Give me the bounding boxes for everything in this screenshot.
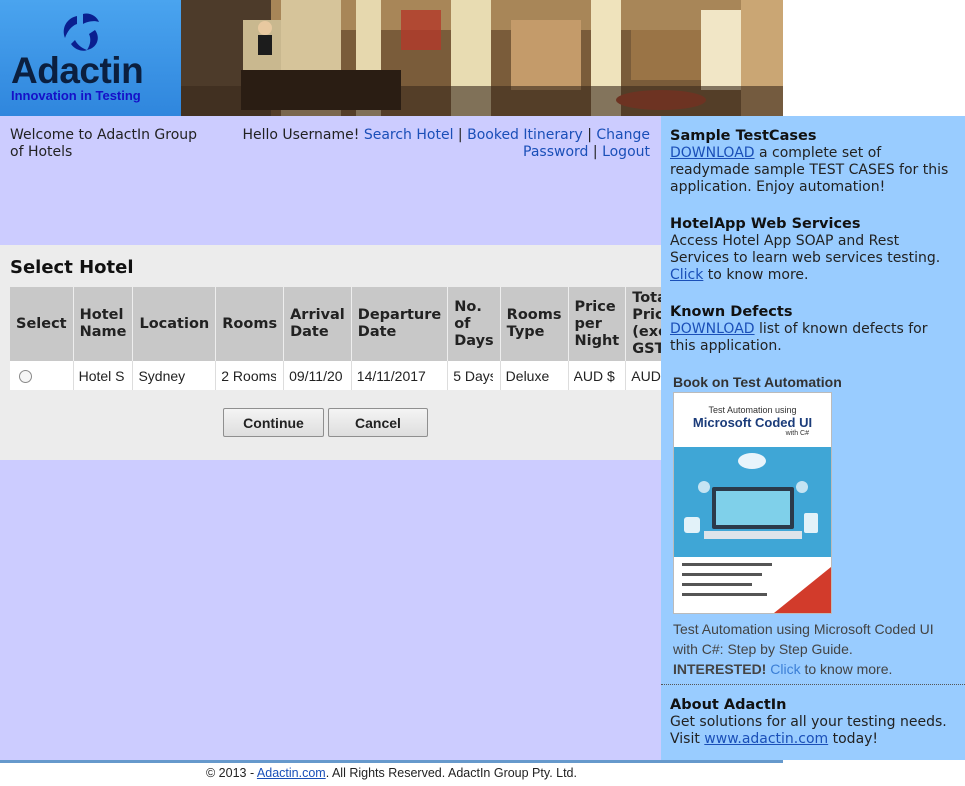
main-content: Welcome to AdactIn Group of Hotels Hello…	[0, 116, 685, 760]
table-header-row: Select Hotel Name Location Rooms Arrival…	[10, 287, 685, 361]
sidebar: Sample TestCases DOWNLOAD a complete set…	[661, 116, 965, 760]
panel-title: Select Hotel	[10, 257, 134, 278]
price-cell: AUD $	[568, 361, 627, 390]
footer-text: . All Rights Reserved. AdactIn Group Pty…	[325, 766, 577, 780]
column-header: Location	[132, 287, 217, 361]
webservices-click-link[interactable]: Click	[670, 267, 703, 283]
select-cell	[10, 361, 74, 390]
column-header: Rooms	[215, 287, 285, 361]
days-cell: 5 Days	[447, 361, 501, 390]
adactin-logo[interactable]: Adactin Innovation in Testing	[0, 0, 181, 116]
column-header: No. of Days	[447, 287, 501, 361]
book-desc-text: Test Automation using Microsoft Coded UI…	[673, 621, 934, 657]
logo-swirl-icon	[63, 13, 99, 51]
download-defects-link[interactable]: DOWNLOAD	[670, 321, 755, 337]
location-cell: Sydney	[132, 361, 217, 390]
lobby-photo-illustration	[181, 0, 783, 116]
page-footer: © 2013 - Adactin.com. All Rights Reserve…	[0, 766, 783, 780]
footer-adactin-link[interactable]: Adactin.com	[257, 766, 326, 780]
column-header: Arrival Date	[283, 287, 352, 361]
column-header: Select	[10, 287, 74, 361]
continue-button[interactable]: Continue	[223, 408, 324, 437]
section-title: HotelApp Web Services	[670, 216, 861, 232]
search-hotel-link[interactable]: Search Hotel	[364, 127, 454, 143]
hotel-name-value: Hotel S	[78, 367, 125, 384]
arrival-date-value: 09/11/20	[289, 367, 343, 384]
footer-divider	[0, 760, 783, 763]
table-row: Hotel S Sydney 2 Rooms 09/11/20 14/11/20…	[10, 361, 685, 390]
book-cover-image[interactable]: Test Automation using Microsoft Coded UI…	[673, 392, 832, 614]
book-cover-line: Microsoft Coded UI	[692, 415, 813, 430]
logout-link[interactable]: Logout	[602, 144, 650, 160]
section-text: Access Hotel App SOAP and Rest Services …	[670, 233, 941, 266]
book-cover-title: Test Automation using Microsoft Coded UI…	[674, 393, 831, 447]
webservices-section: HotelApp Web Services Access Hotel App S…	[670, 216, 955, 284]
sidebar-divider	[661, 684, 965, 685]
booked-itinerary-link[interactable]: Booked Itinerary	[467, 127, 583, 143]
page-header: Adactin Innovation in Testing	[0, 0, 783, 116]
hotel-lobby-banner	[181, 0, 783, 116]
about-section: About AdactIn Get solutions for all your…	[670, 697, 955, 748]
greeting-text: Hello Username!	[242, 127, 360, 143]
book-cover-line: with C#	[785, 430, 809, 437]
book-description: Test Automation using Microsoft Coded UI…	[673, 619, 953, 679]
book-cover-illustration	[674, 447, 831, 613]
arrival-date-cell: 09/11/20	[283, 361, 352, 390]
nav-separator: |	[587, 127, 592, 143]
book-tail-text: to know more.	[800, 661, 893, 677]
section-text: to know more.	[703, 267, 809, 283]
column-header: Hotel Name	[73, 287, 134, 361]
welcome-text: Welcome to AdactIn Group of Hotels	[10, 127, 198, 160]
interested-label: INTERESTED!	[673, 661, 767, 677]
hotel-name-cell: Hotel S	[73, 361, 134, 390]
column-header: Rooms Type	[500, 287, 569, 361]
testcases-section: Sample TestCases DOWNLOAD a complete set…	[670, 128, 955, 196]
book-click-link[interactable]: Click	[770, 661, 800, 677]
select-hotel-radio[interactable]	[19, 370, 32, 384]
column-header: Departure Date	[351, 287, 449, 361]
select-hotel-panel: Select Hotel Select Hotel Name Location …	[0, 245, 685, 460]
days-value: 5 Days	[453, 367, 494, 384]
cancel-button[interactable]: Cancel	[328, 408, 428, 437]
section-title: About AdactIn	[670, 697, 787, 713]
logo-tagline: Innovation in Testing	[11, 88, 141, 103]
column-header: Price per Night	[568, 287, 627, 361]
section-text: today!	[828, 731, 879, 747]
departure-date-value: 14/11/2017	[356, 367, 426, 384]
rooms-value: 2 Rooms	[221, 367, 277, 384]
location-value: Sydney	[138, 367, 186, 384]
book-cover-line: Test Automation using	[708, 405, 797, 415]
room-type-cell: Deluxe	[500, 361, 569, 390]
section-title: Sample TestCases	[670, 128, 817, 144]
book-heading: Book on Test Automation	[673, 374, 842, 390]
room-type-value: Deluxe	[505, 367, 550, 384]
nav-separator: |	[457, 127, 463, 143]
rooms-cell: 2 Rooms	[215, 361, 285, 390]
logo-wordmark: Adactin	[11, 50, 144, 91]
download-testcases-link[interactable]: DOWNLOAD	[670, 145, 755, 161]
adactin-website-link[interactable]: www.adactin.com	[704, 731, 828, 747]
defects-section: Known Defects DOWNLOAD list of known def…	[670, 304, 955, 355]
departure-date-cell: 14/11/2017	[351, 361, 449, 390]
footer-text: © 2013 -	[206, 766, 257, 780]
user-navigation: Hello Username! Search Hotel | Booked It…	[210, 127, 650, 161]
price-value: AUD $	[573, 367, 615, 384]
section-title: Known Defects	[670, 304, 793, 320]
nav-separator: |	[592, 144, 598, 160]
hotel-results-table: Select Hotel Name Location Rooms Arrival…	[10, 287, 685, 390]
